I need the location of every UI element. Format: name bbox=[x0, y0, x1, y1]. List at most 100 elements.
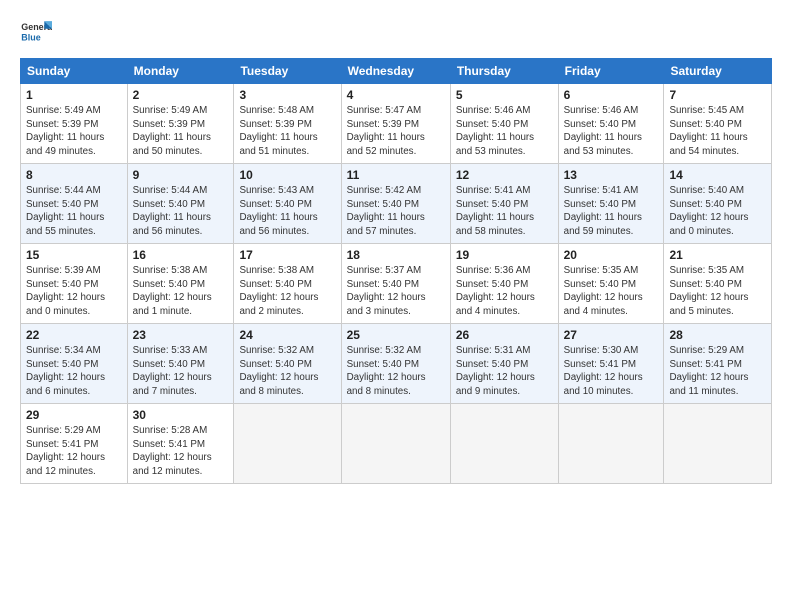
calendar-cell: 2Sunrise: 5:49 AM Sunset: 5:39 PM Daylig… bbox=[127, 84, 234, 164]
day-info: Sunrise: 5:35 AM Sunset: 5:40 PM Dayligh… bbox=[564, 264, 659, 319]
day-info: Sunrise: 5:32 AM Sunset: 5:40 PM Dayligh… bbox=[239, 344, 335, 399]
calendar-cell: 20 Sunrise: 5:35 AM Sunset: 5:40 PM Dayli… bbox=[558, 244, 664, 324]
calendar-cell: 26Sunrise: 5:31 AM Sunset: 5:40 PM Dayli… bbox=[450, 324, 558, 404]
day-number: 8 bbox=[26, 168, 122, 182]
calendar-cell: 6Sunrise: 5:46 AM Sunset: 5:40 PM Daylig… bbox=[558, 84, 664, 164]
day-number: 11 bbox=[347, 168, 445, 182]
day-number: 28 bbox=[669, 328, 766, 342]
day-number: 26 bbox=[456, 328, 553, 342]
col-thursday: Thursday bbox=[450, 59, 558, 84]
calendar-cell: 16 Sunrise: 5:38 AM Sunset: 5:40 PM Dayli… bbox=[127, 244, 234, 324]
col-tuesday: Tuesday bbox=[234, 59, 341, 84]
calendar-cell: 19 Sunrise: 5:36 AM Sunset: 5:40 PM Dayli… bbox=[450, 244, 558, 324]
calendar-cell: 11 Sunrise: 5:42 AM Sunset: 5:40 PM Dayli… bbox=[341, 164, 450, 244]
calendar-cell: 25 Sunrise: 5:32 AM Sunset: 5:40 PM Dayli… bbox=[341, 324, 450, 404]
day-info: Sunrise: 5:48 AM Sunset: 5:39 PM Dayligh… bbox=[239, 104, 335, 159]
day-number: 9 bbox=[133, 168, 229, 182]
calendar-cell: 14 Sunrise: 5:40 AM Sunset: 5:40 PM Dayli… bbox=[664, 164, 772, 244]
day-info: Sunrise: 5:37 AM Sunset: 5:40 PM Dayligh… bbox=[347, 264, 445, 319]
calendar-cell bbox=[234, 404, 341, 484]
calendar-cell: 23 Sunrise: 5:33 AM Sunset: 5:40 PM Dayli… bbox=[127, 324, 234, 404]
day-info: Sunrise: 5:30 AM Sunset: 5:41 PM Dayligh… bbox=[564, 344, 659, 399]
calendar-cell: 13 Sunrise: 5:41 AM Sunset: 5:40 PM Dayli… bbox=[558, 164, 664, 244]
calendar-cell: 9 Sunrise: 5:44 AM Sunset: 5:40 PM Daylig… bbox=[127, 164, 234, 244]
day-info: Sunrise: 5:45 AM Sunset: 5:40 PM Dayligh… bbox=[669, 104, 766, 159]
day-number: 30 bbox=[133, 408, 229, 422]
calendar-week-row: 22 Sunrise: 5:34 AM Sunset: 5:40 PM Dayli… bbox=[21, 324, 772, 404]
day-info: Sunrise: 5:44 AM Sunset: 5:40 PM Dayligh… bbox=[26, 184, 122, 239]
calendar-cell: 21 Sunrise: 5:35 AM Sunset: 5:40 PM Dayli… bbox=[664, 244, 772, 324]
day-info: Sunrise: 5:32 AM Sunset: 5:40 PM Dayligh… bbox=[347, 344, 445, 399]
logo-icon: General Blue bbox=[20, 16, 52, 48]
day-number: 2 bbox=[133, 88, 229, 102]
day-number: 19 bbox=[456, 248, 553, 262]
day-info: Sunrise: 5:49 AM Sunset: 5:39 PM Dayligh… bbox=[26, 104, 122, 159]
calendar-cell: 3 Sunrise: 5:48 AM Sunset: 5:39 PM Daylig… bbox=[234, 84, 341, 164]
calendar-cell: 28 Sunrise: 5:29 AM Sunset: 5:41 PM Dayli… bbox=[664, 324, 772, 404]
calendar-cell: 7 Sunrise: 5:45 AM Sunset: 5:40 PM Daylig… bbox=[664, 84, 772, 164]
calendar-cell: 29Sunrise: 5:29 AM Sunset: 5:41 PM Dayli… bbox=[21, 404, 128, 484]
day-number: 21 bbox=[669, 248, 766, 262]
day-info: Sunrise: 5:36 AM Sunset: 5:40 PM Dayligh… bbox=[456, 264, 553, 319]
calendar-cell: 10 Sunrise: 5:43 AM Sunset: 5:40 PM Dayli… bbox=[234, 164, 341, 244]
day-number: 25 bbox=[347, 328, 445, 342]
calendar-week-row: 29Sunrise: 5:29 AM Sunset: 5:41 PM Dayli… bbox=[21, 404, 772, 484]
col-sunday: Sunday bbox=[21, 59, 128, 84]
calendar-header-row: Sunday Monday Tuesday Wednesday Thursday… bbox=[21, 59, 772, 84]
day-info: Sunrise: 5:38 AM Sunset: 5:40 PM Dayligh… bbox=[239, 264, 335, 319]
day-number: 3 bbox=[239, 88, 335, 102]
day-info: Sunrise: 5:29 AM Sunset: 5:41 PM Dayligh… bbox=[669, 344, 766, 399]
calendar-week-row: 8 Sunrise: 5:44 AM Sunset: 5:40 PM Daylig… bbox=[21, 164, 772, 244]
day-info: Sunrise: 5:34 AM Sunset: 5:40 PM Dayligh… bbox=[26, 344, 122, 399]
col-saturday: Saturday bbox=[664, 59, 772, 84]
day-info: Sunrise: 5:28 AM Sunset: 5:41 PM Dayligh… bbox=[133, 424, 229, 479]
calendar-week-row: 1 Sunrise: 5:49 AM Sunset: 5:39 PM Daylig… bbox=[21, 84, 772, 164]
logo: General Blue bbox=[20, 16, 52, 48]
calendar-cell: 8 Sunrise: 5:44 AM Sunset: 5:40 PM Daylig… bbox=[21, 164, 128, 244]
day-info: Sunrise: 5:40 AM Sunset: 5:40 PM Dayligh… bbox=[669, 184, 766, 239]
day-number: 13 bbox=[564, 168, 659, 182]
day-number: 12 bbox=[456, 168, 553, 182]
day-number: 16 bbox=[133, 248, 229, 262]
day-info: Sunrise: 5:38 AM Sunset: 5:40 PM Dayligh… bbox=[133, 264, 229, 319]
col-friday: Friday bbox=[558, 59, 664, 84]
day-info: Sunrise: 5:44 AM Sunset: 5:40 PM Dayligh… bbox=[133, 184, 229, 239]
day-info: Sunrise: 5:35 AM Sunset: 5:40 PM Dayligh… bbox=[669, 264, 766, 319]
calendar-cell: 18 Sunrise: 5:37 AM Sunset: 5:40 PM Dayli… bbox=[341, 244, 450, 324]
calendar-cell: 22 Sunrise: 5:34 AM Sunset: 5:40 PM Dayli… bbox=[21, 324, 128, 404]
day-number: 18 bbox=[347, 248, 445, 262]
day-number: 1 bbox=[26, 88, 122, 102]
calendar-cell: 27 Sunrise: 5:30 AM Sunset: 5:41 PM Dayli… bbox=[558, 324, 664, 404]
day-number: 23 bbox=[133, 328, 229, 342]
day-info: Sunrise: 5:41 AM Sunset: 5:40 PM Dayligh… bbox=[564, 184, 659, 239]
calendar-cell: 5Sunrise: 5:46 AM Sunset: 5:40 PM Daylig… bbox=[450, 84, 558, 164]
calendar-cell: 24 Sunrise: 5:32 AM Sunset: 5:40 PM Dayli… bbox=[234, 324, 341, 404]
day-number: 10 bbox=[239, 168, 335, 182]
day-number: 29 bbox=[26, 408, 122, 422]
day-number: 7 bbox=[669, 88, 766, 102]
calendar-cell bbox=[558, 404, 664, 484]
calendar-cell bbox=[664, 404, 772, 484]
day-info: Sunrise: 5:47 AM Sunset: 5:39 PM Dayligh… bbox=[347, 104, 445, 159]
svg-text:Blue: Blue bbox=[21, 32, 40, 42]
day-number: 6 bbox=[564, 88, 659, 102]
calendar-table: Sunday Monday Tuesday Wednesday Thursday… bbox=[20, 58, 772, 484]
day-number: 22 bbox=[26, 328, 122, 342]
day-info: Sunrise: 5:41 AM Sunset: 5:40 PM Dayligh… bbox=[456, 184, 553, 239]
day-number: 24 bbox=[239, 328, 335, 342]
day-number: 4 bbox=[347, 88, 445, 102]
day-info: Sunrise: 5:39 AM Sunset: 5:40 PM Dayligh… bbox=[26, 264, 122, 319]
day-number: 27 bbox=[564, 328, 659, 342]
col-wednesday: Wednesday bbox=[341, 59, 450, 84]
calendar-cell: 30 Sunrise: 5:28 AM Sunset: 5:41 PM Dayli… bbox=[127, 404, 234, 484]
page-header: General Blue bbox=[20, 16, 772, 48]
calendar-week-row: 15Sunrise: 5:39 AM Sunset: 5:40 PM Dayli… bbox=[21, 244, 772, 324]
day-info: Sunrise: 5:42 AM Sunset: 5:40 PM Dayligh… bbox=[347, 184, 445, 239]
day-number: 14 bbox=[669, 168, 766, 182]
calendar-cell bbox=[450, 404, 558, 484]
day-info: Sunrise: 5:43 AM Sunset: 5:40 PM Dayligh… bbox=[239, 184, 335, 239]
day-number: 17 bbox=[239, 248, 335, 262]
day-number: 20 bbox=[564, 248, 659, 262]
calendar-cell: 15Sunrise: 5:39 AM Sunset: 5:40 PM Dayli… bbox=[21, 244, 128, 324]
day-info: Sunrise: 5:33 AM Sunset: 5:40 PM Dayligh… bbox=[133, 344, 229, 399]
